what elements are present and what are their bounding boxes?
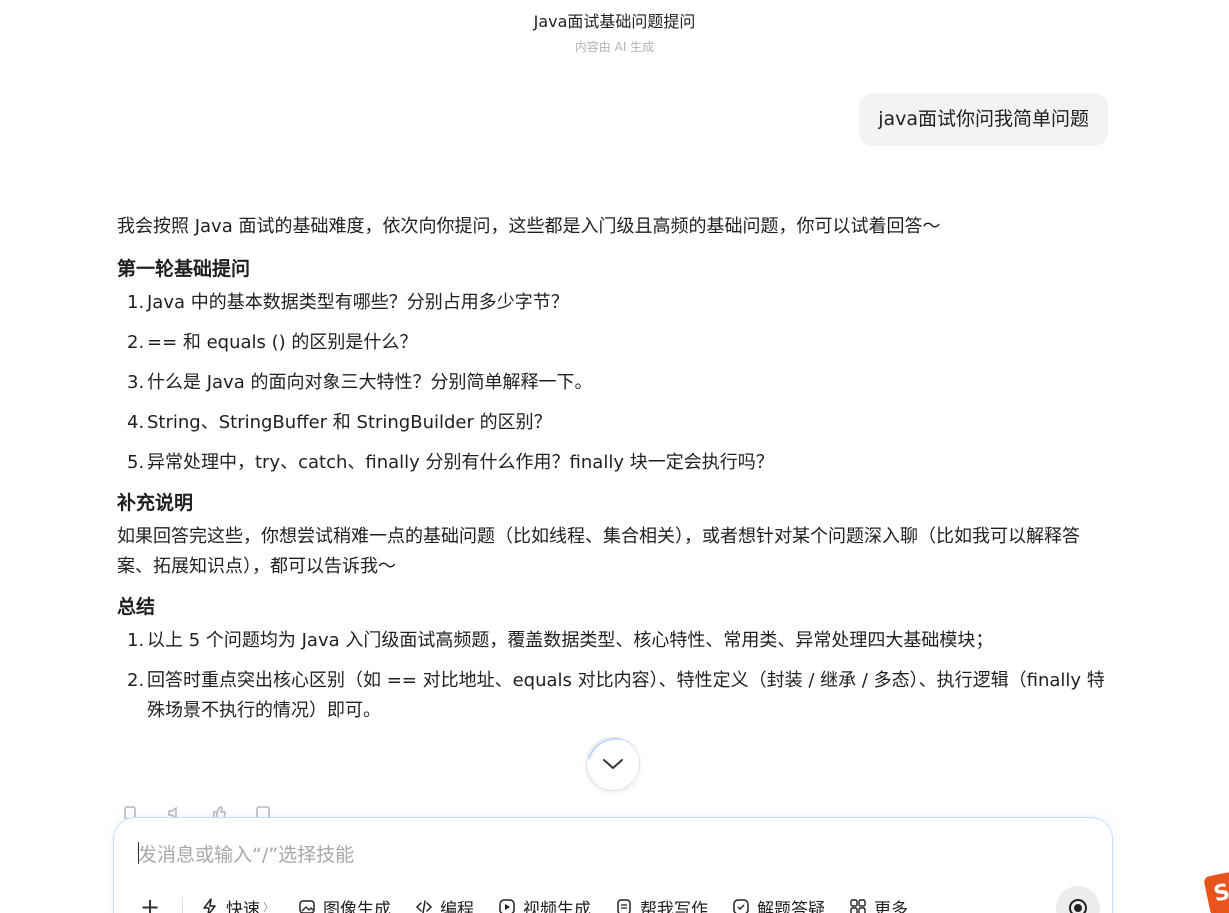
list-item: 4. String、StringBuffer 和 StringBuilder 的区… — [127, 408, 1112, 438]
tool-label: 解题答疑 — [757, 899, 825, 913]
video-icon — [499, 899, 515, 913]
list-text: String、StringBuffer 和 StringBuilder 的区别？ — [147, 412, 552, 433]
record-icon — [1069, 899, 1087, 913]
list-item: 1. 以上 5 个问题均为 Java 入门级面试高频题，覆盖数据类型、核心特性、常… — [127, 626, 1112, 656]
list-item: 1. Java 中的基本数据类型有哪些？分别占用多少字节？ — [127, 288, 1112, 318]
message-composer: 发消息或输入“/”选择技能 + 快速 〉 图像生成 编程 视频生成 帮我写作 解… — [113, 817, 1113, 913]
list-number: 3. — [127, 372, 145, 393]
question-list: 1. Java 中的基本数据类型有哪些？分别占用多少字节？ 2. == 和 equa… — [127, 288, 1112, 478]
tool-label: 帮我写作 — [640, 899, 708, 913]
section-heading-first-round: 第一轮基础提问 — [117, 258, 251, 280]
video-generation-button[interactable]: 视频生成 — [498, 895, 591, 913]
grid-icon — [850, 899, 866, 913]
ai-generated-note: 内容由 AI 生成 — [574, 40, 655, 54]
list-number: 2. — [127, 332, 145, 353]
tool-label: 更多 — [874, 899, 908, 913]
assistant-answer: 我会按照 Java 面试的基础难度，依次向你提问，这些都是入门级且高频的基础问题… — [117, 210, 1112, 736]
list-item: 2. 回答时重点突出核心区别（如 == 对比地址、equals 对比内容）、特性定… — [127, 666, 1112, 726]
scroll-to-bottom-button[interactable] — [586, 737, 640, 791]
user-message-bubble: java面试你问我简单问题 — [859, 93, 1108, 146]
list-number: 2. — [127, 670, 145, 691]
tool-label: 编程 — [440, 899, 474, 913]
image-generation-button[interactable]: 图像生成 — [298, 895, 391, 913]
tool-label: 快速 — [226, 899, 260, 913]
list-text: 什么是 Java 的面向对象三大特性？分别简单解释一下。 — [147, 372, 593, 393]
voice-input-button[interactable] — [1056, 886, 1100, 913]
list-text: Java 中的基本数据类型有哪些？分别占用多少字节？ — [147, 292, 569, 313]
answer-icon — [733, 899, 749, 913]
chevron-right-icon: 〉 — [263, 901, 274, 913]
list-item: 5. 异常处理中，try、catch、finally 分别有什么作用？finall… — [127, 448, 1112, 478]
composer-toolbar: + 快速 〉 图像生成 编程 视频生成 帮我写作 解题答疑 更多 — [138, 894, 932, 913]
list-number: 5. — [127, 452, 145, 473]
quick-mode-button[interactable]: 快速 〉 — [201, 895, 274, 913]
tool-label: 图像生成 — [323, 899, 391, 913]
image-icon — [299, 900, 315, 913]
conversation-title[interactable]: Java面试基础问题提问 — [0, 8, 1229, 32]
chevron-down-icon — [603, 759, 623, 769]
message-input[interactable]: 发消息或输入“/”选择技能 — [138, 840, 1038, 867]
writing-assistant-button[interactable]: 帮我写作 — [615, 895, 708, 913]
list-text: 异常处理中，try、catch、finally 分别有什么作用？finally … — [147, 452, 774, 473]
answer-intro: 我会按照 Java 面试的基础难度，依次向你提问，这些都是入门级且高频的基础问题… — [117, 216, 941, 237]
list-number: 1. — [127, 292, 145, 313]
list-item: 3. 什么是 Java 的面向对象三大特性？分别简单解释一下。 — [127, 368, 1112, 398]
list-number: 1. — [127, 630, 145, 651]
list-number: 4. — [127, 412, 145, 433]
tool-label: 视频生成 — [523, 899, 591, 913]
more-tools-button[interactable]: 更多 — [849, 895, 908, 913]
code-icon — [415, 900, 433, 913]
list-item: 2. == 和 equals () 的区别是什么？ — [127, 328, 1112, 358]
list-text: == 和 equals () 的区别是什么？ — [147, 332, 418, 353]
add-attachment-button[interactable]: + — [138, 895, 162, 913]
list-text: 回答时重点突出核心区别（如 == 对比地址、equals 对比内容）、特性定义（… — [147, 670, 1105, 721]
summary-list: 1. 以上 5 个问题均为 Java 入门级面试高频题，覆盖数据类型、核心特性、常… — [127, 626, 1112, 726]
section-heading-summary: 总结 — [117, 596, 156, 618]
conversation-header: Java面试基础问题提问 内容由 AI 生成 — [0, 0, 1229, 62]
problem-solving-button[interactable]: 解题答疑 — [732, 895, 825, 913]
floating-app-logo[interactable]: S — [1203, 871, 1229, 913]
notes-paragraph: 如果回答完这些，你想尝试稍难一点的基础问题（比如线程、集合相关），或者想针对某个… — [117, 526, 1080, 577]
lightning-icon — [203, 898, 216, 913]
write-icon — [617, 899, 631, 913]
list-text: 以上 5 个问题均为 Java 入门级面试高频题，覆盖数据类型、核心特性、常用类… — [147, 630, 994, 651]
toolbar-divider — [182, 897, 183, 913]
coding-button[interactable]: 编程 — [415, 895, 474, 913]
section-heading-notes: 补充说明 — [117, 492, 194, 514]
